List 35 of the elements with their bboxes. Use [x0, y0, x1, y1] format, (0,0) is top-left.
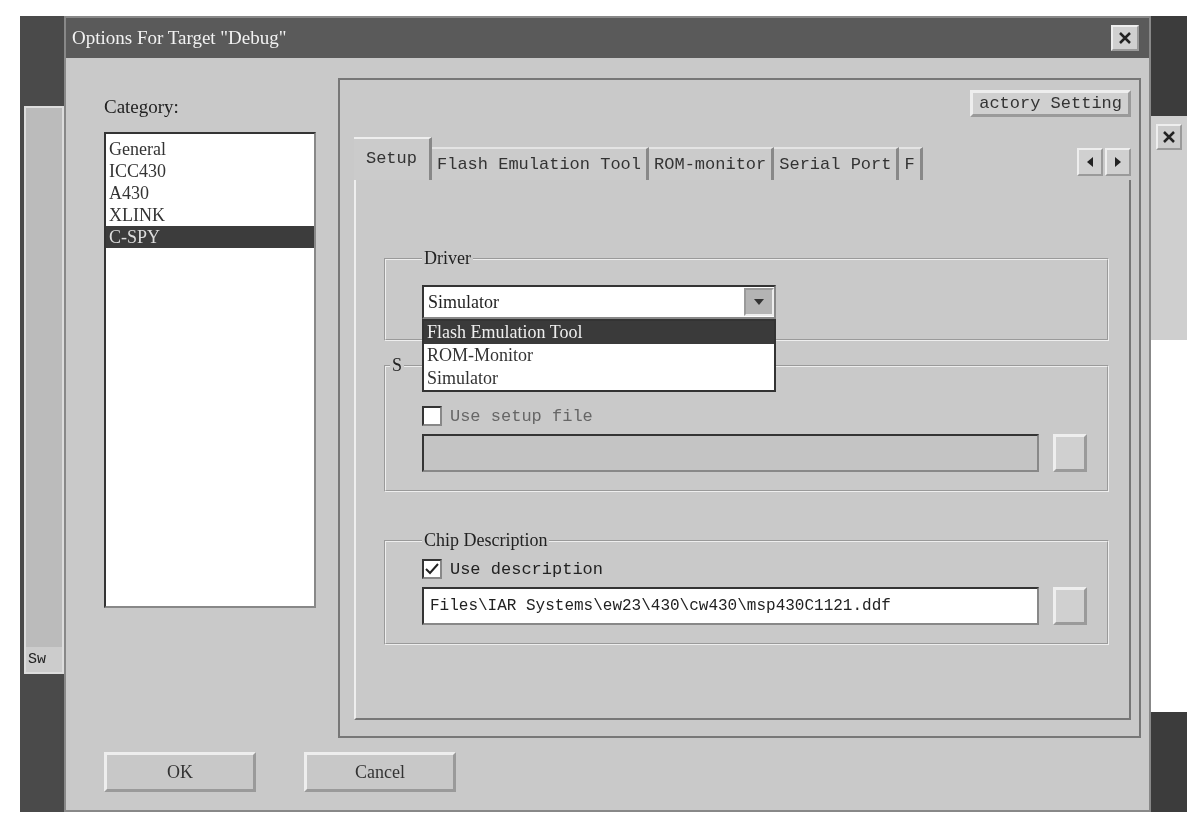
left-arrow-icon	[1086, 157, 1095, 167]
checkbox[interactable]	[421, 559, 442, 579]
check-icon	[424, 563, 439, 575]
scroll-right-button[interactable]	[1105, 148, 1132, 176]
dialog-button[interactable]: OK	[103, 752, 256, 792]
driver-dropdown[interactable]: Simulator	[421, 285, 776, 319]
category-item[interactable]: ICC430	[105, 160, 314, 182]
group-label: Chip Description	[422, 530, 549, 551]
dialog-button[interactable]: Cancel	[303, 752, 456, 792]
tab[interactable]: Setup	[353, 137, 432, 180]
background-fragment-text: Sw	[26, 647, 62, 672]
dropdown-option[interactable]: Flash Emulation Tool	[423, 321, 774, 344]
group-label: Driver	[422, 248, 472, 269]
window-title: Options For Target "Debug"	[71, 27, 287, 49]
group-label: S	[390, 355, 403, 376]
close-icon	[1162, 130, 1176, 144]
category-item[interactable]: General	[105, 138, 314, 160]
tab[interactable]: F	[899, 147, 923, 180]
category-item[interactable]: C-SPY	[105, 226, 314, 248]
scroll-left-button[interactable]	[1077, 148, 1104, 176]
category-item[interactable]: A430	[105, 182, 314, 204]
category-item[interactable]: XLINK	[105, 204, 314, 226]
caret-icon	[753, 299, 764, 305]
category-label: Category:	[103, 96, 180, 118]
tab[interactable]: Serial Port	[774, 147, 900, 180]
close-button[interactable]	[1111, 25, 1140, 51]
tab[interactable]: Flash Emulation Tool	[432, 147, 650, 180]
checkbox-label: Use description	[449, 559, 603, 579]
factory-settings-button[interactable]: actory Setting	[970, 90, 1132, 117]
close-icon	[1118, 31, 1133, 45]
description-file-field[interactable]: Files\IAR Systems\ew23\430\cw430\msp430C1121.ddf	[421, 587, 1040, 625]
right-arrow-icon	[1114, 157, 1123, 167]
dropdown-button[interactable]	[743, 288, 774, 316]
checkbox-label: Use setup file	[449, 406, 593, 426]
tab[interactable]: ROM-monitor	[649, 147, 775, 180]
